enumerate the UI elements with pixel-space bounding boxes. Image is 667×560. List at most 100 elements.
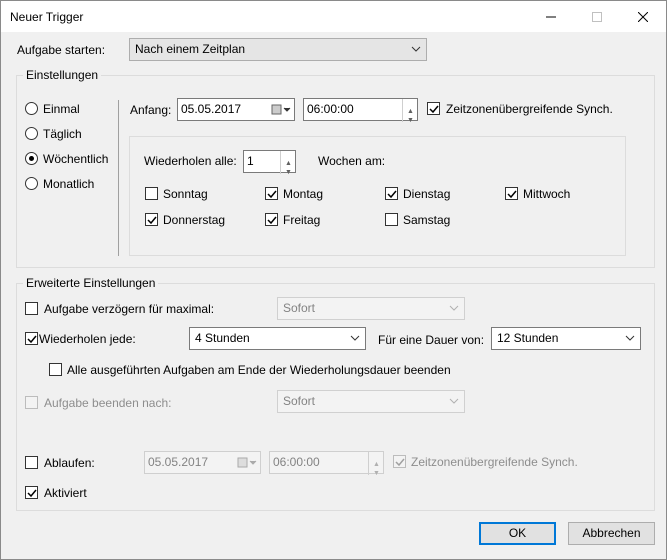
stop-after-value: Sofort (283, 394, 316, 408)
stop-after-label: Aufgabe beenden nach: (44, 396, 172, 410)
expire-date-picker[interactable]: 05.05.2017 (144, 451, 261, 474)
duration-label: Für eine Dauer von: (378, 333, 485, 347)
delay-select[interactable]: Sofort (277, 297, 465, 320)
repeat-every-field[interactable]: 1 ▲ ▼ (243, 150, 296, 176)
repeat-value: 4 Stunden (195, 331, 250, 345)
start-time-value: 06:00:00 (307, 102, 354, 116)
start-label: Anfang: (130, 103, 172, 117)
close-icon (638, 11, 648, 22)
repeat-label: Wiederholen jede: (39, 332, 136, 346)
expire-sync-checkbox[interactable] (393, 455, 406, 468)
cancel-button[interactable]: Abbrechen (568, 522, 655, 545)
spin-down-icon: ▼ (285, 169, 292, 176)
day-donnerstag-label: Donnerstag (163, 213, 226, 227)
delay-label: Aufgabe verzögern für maximal: (44, 302, 215, 316)
radio-monthly-label: Monatlich (43, 177, 95, 191)
expire-checkbox[interactable] (25, 456, 38, 469)
repeat-select[interactable]: 4 Stunden (189, 327, 366, 350)
minimize-icon (546, 16, 556, 17)
day-mittwoch-checkbox[interactable] (505, 187, 518, 200)
day-freitag-checkbox[interactable] (265, 213, 278, 226)
stop-all-label: Alle ausgeführten Aufgaben am Ende der W… (67, 363, 451, 377)
chevron-down-icon (350, 328, 360, 356)
calendar-icon (237, 452, 257, 480)
repeat-every-spinner[interactable]: ▲ ▼ (280, 151, 295, 176)
start-task-select[interactable]: Nach einem Zeitplan (129, 38, 427, 61)
radio-once[interactable] (25, 102, 38, 115)
start-task-value: Nach einem Zeitplan (135, 42, 246, 56)
expire-time-value: 06:00:00 (273, 455, 320, 469)
radio-daily-label: Täglich (43, 127, 82, 141)
calendar-icon (271, 99, 291, 127)
checkmark-icon (267, 190, 277, 199)
expire-sync-label: Zeitzonenübergreifende Synch. (411, 455, 578, 469)
start-date-picker[interactable]: 05.05.2017 (177, 98, 295, 121)
start-date-value: 05.05.2017 (181, 102, 242, 116)
radio-daily[interactable] (25, 127, 38, 140)
checkmark-icon (267, 216, 277, 225)
start-time-field[interactable]: 06:00:00 ▲ ▼ (303, 98, 418, 124)
dialog-window: Neuer Trigger Aufgabe starten: Nach eine… (0, 0, 667, 560)
sync-label: Zeitzonenübergreifende Synch. (446, 102, 613, 116)
maximize-button[interactable] (574, 1, 620, 32)
settings-group-title: Einstellungen (23, 68, 102, 82)
expire-label: Ablaufen: (44, 456, 95, 470)
day-montag-checkbox[interactable] (265, 187, 278, 200)
window-title: Neuer Trigger (10, 10, 84, 24)
delay-checkbox[interactable] (25, 302, 38, 315)
checkmark-icon (429, 105, 439, 114)
day-dienstag-label: Dienstag (403, 187, 451, 201)
enabled-label: Aktiviert (44, 486, 87, 500)
day-sonntag-checkbox[interactable] (145, 187, 158, 200)
advanced-group-title: Erweiterte Einstellungen (23, 276, 159, 290)
expire-date-value: 05.05.2017 (148, 455, 209, 469)
expire-time-field[interactable]: 06:00:00 ▲ ▼ (269, 451, 384, 477)
start-time-spinner[interactable]: ▲ ▼ (402, 99, 417, 124)
expire-time-spinner[interactable]: ▲ ▼ (368, 452, 383, 477)
chevron-down-icon (625, 328, 635, 356)
stop-after-checkbox[interactable] (25, 396, 38, 409)
spin-down-icon: ▼ (373, 470, 380, 477)
enabled-checkbox[interactable] (25, 486, 38, 499)
checkmark-icon (395, 458, 405, 467)
spin-down-icon: ▼ (407, 117, 414, 124)
repeat-every-label: Wiederholen alle: (144, 154, 237, 168)
ok-button[interactable]: OK (479, 522, 556, 545)
day-samstag-label: Samstag (403, 213, 451, 227)
chevron-down-icon (449, 298, 459, 326)
weeks-on-label: Wochen am: (318, 154, 386, 168)
day-samstag-checkbox[interactable] (385, 213, 398, 226)
checkmark-icon (387, 190, 397, 199)
radio-weekly-label: Wöchentlich (43, 152, 109, 166)
day-freitag-label: Freitag (283, 213, 321, 227)
day-donnerstag-checkbox[interactable] (145, 213, 158, 226)
repeat-checkbox[interactable] (25, 332, 38, 345)
day-montag-label: Montag (283, 187, 324, 201)
checkmark-icon (27, 489, 37, 498)
duration-value: 12 Stunden (497, 331, 559, 345)
title-bar: Neuer Trigger (1, 1, 666, 32)
radio-once-label: Einmal (43, 102, 80, 116)
maximize-icon (592, 11, 602, 22)
day-mittwoch-label: Mittwoch (523, 187, 571, 201)
day-dienstag-checkbox[interactable] (385, 187, 398, 200)
checkmark-icon (147, 216, 157, 225)
radio-weekly[interactable] (25, 152, 38, 165)
stop-all-checkbox[interactable] (49, 363, 62, 376)
day-sonntag-label: Sonntag (163, 187, 208, 201)
close-button[interactable] (620, 1, 666, 32)
vertical-separator (118, 100, 119, 256)
sync-checkbox[interactable] (427, 102, 440, 115)
checkmark-icon (27, 335, 37, 344)
start-task-label: Aufgabe starten: (17, 43, 106, 57)
duration-select[interactable]: 12 Stunden (491, 327, 641, 350)
stop-after-select[interactable]: Sofort (277, 390, 465, 413)
chevron-down-icon (411, 39, 421, 67)
chevron-down-icon (449, 391, 459, 419)
radio-selected-dot (29, 156, 34, 161)
delay-value: Sofort (283, 301, 316, 315)
radio-monthly[interactable] (25, 177, 38, 190)
checkmark-icon (507, 190, 517, 199)
repeat-every-value: 1 (247, 154, 254, 168)
minimize-button[interactable] (528, 1, 574, 32)
